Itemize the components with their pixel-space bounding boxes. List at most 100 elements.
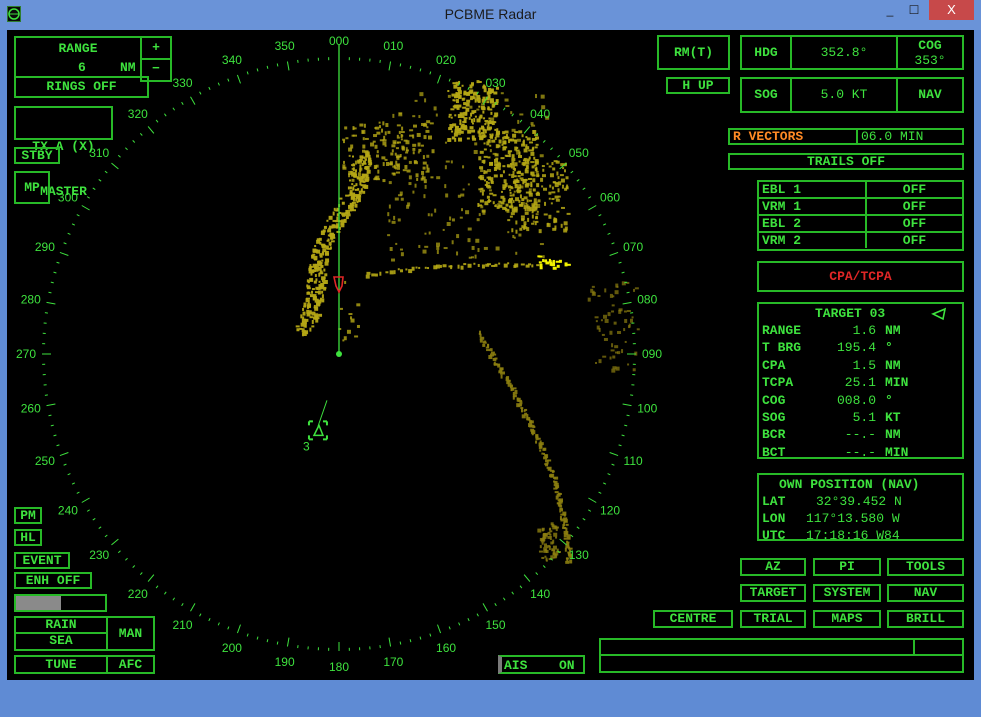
echo-pixel (505, 155, 508, 157)
speed-source-button[interactable]: NAV (898, 79, 962, 111)
echo-pixel (596, 320, 598, 322)
tune-control: TUNE AFC (14, 655, 155, 674)
system-button[interactable]: SYSTEM (813, 584, 881, 602)
echo-pixel (501, 375, 503, 379)
standby-button[interactable]: STBY (14, 147, 60, 164)
brill-button[interactable]: BRILL (887, 610, 964, 628)
bearing-label: 320 (128, 107, 148, 121)
echo-pixel (477, 218, 480, 221)
rain-sea-mode-button[interactable]: MAN (108, 618, 153, 649)
range-increase-button[interactable]: + (140, 36, 172, 60)
echo-pixel (487, 108, 489, 110)
bearing-label: 330 (172, 76, 192, 90)
tx-master-button[interactable]: TX A (X) MASTER (14, 106, 113, 140)
echo-pixel (476, 95, 480, 99)
echo-pixel (500, 157, 504, 159)
bearing-tick (257, 69, 258, 72)
echo-pixel (500, 174, 503, 177)
echo-pixel (615, 290, 619, 294)
rings-toggle-button[interactable]: RINGS OFF (14, 76, 149, 98)
pm-button[interactable]: PM (14, 507, 42, 524)
echo-pixel (401, 127, 403, 131)
echo-pixel (485, 122, 489, 124)
bearing-tick (156, 120, 158, 122)
range-unit: NM (120, 60, 136, 75)
echo-pixel (484, 247, 488, 250)
ebl-vrm-row[interactable]: EBL 1OFF (759, 182, 962, 199)
ebl-vrm-row[interactable]: VRM 2OFF (759, 233, 962, 250)
echo-pixel (493, 194, 497, 196)
echo-pixel (549, 166, 552, 168)
trails-toggle-button[interactable]: TRAILS OFF (728, 153, 964, 170)
echo-pixel (375, 274, 378, 277)
echo-pixel (317, 287, 321, 290)
echo-pixel (382, 121, 384, 125)
echo-pixel (307, 291, 309, 293)
close-button[interactable]: X (929, 0, 974, 20)
motion-mode-button[interactable]: RM(T) (657, 35, 730, 70)
echo-pixel (501, 144, 503, 146)
orientation-button[interactable]: H UP (666, 77, 730, 94)
echo-pixel (470, 126, 474, 129)
hl-button[interactable]: HL (14, 529, 42, 546)
echo-pixel (498, 263, 500, 265)
trial-button[interactable]: TRIAL (740, 610, 806, 628)
echo-pixel (344, 336, 347, 340)
echo-pixel (424, 179, 427, 183)
bearing-tick (87, 510, 90, 512)
bearing-tick (627, 415, 630, 416)
centre-button[interactable]: CENTRE (653, 610, 733, 628)
target-button[interactable]: TARGET (740, 584, 806, 602)
echo-pixel (457, 132, 461, 135)
bearing-tick (477, 614, 478, 617)
target-row-label: RANGE (762, 323, 801, 338)
mp-button[interactable]: MP (14, 171, 50, 204)
echo-pixel (355, 169, 357, 172)
bearing-tick (60, 252, 68, 255)
ebl-vrm-row[interactable]: VRM 1OFF (759, 199, 962, 216)
bearing-tick (588, 206, 596, 211)
echo-pixel (536, 193, 540, 196)
echo-pixel (542, 528, 544, 531)
echo-pixel (541, 95, 545, 99)
maps-button[interactable]: MAPS (813, 610, 881, 628)
event-button[interactable]: EVENT (14, 552, 70, 569)
afc-button[interactable]: AFC (108, 657, 153, 672)
echo-pixel (601, 319, 603, 321)
tune-button[interactable]: TUNE (16, 657, 108, 672)
echo-pixel (480, 151, 484, 154)
echo-pixel (532, 175, 536, 177)
nav-button[interactable]: NAV (887, 584, 964, 602)
target-select-icon[interactable] (931, 307, 947, 321)
sea-button[interactable]: SEA (16, 634, 108, 649)
echo-pixel (326, 220, 328, 222)
echo-pixel (515, 252, 517, 255)
echo-pixel (355, 183, 357, 186)
ebl-vrm-row[interactable]: EBL 2OFF (759, 216, 962, 233)
vectors-mode-button[interactable]: R VECTORS (730, 130, 858, 143)
bearing-tick (267, 639, 268, 642)
ais-toggle-button[interactable]: AIS ON (498, 655, 585, 674)
rain-button[interactable]: RAIN (16, 618, 108, 634)
cpa-tcpa-button[interactable]: CPA/TCPA (757, 261, 964, 292)
echo-pixel (486, 349, 490, 351)
echo-pixel (526, 183, 530, 186)
tools-button[interactable]: TOOLS (887, 558, 964, 576)
echo-pixel (461, 208, 463, 211)
maximize-button[interactable]: ☐ (900, 0, 928, 20)
echo-pixel (558, 188, 560, 192)
message-line-1 (601, 640, 915, 656)
echo-pixel (390, 270, 394, 274)
echo-pixel (558, 196, 561, 198)
title-bar: PCBME Radar _ ☐ X (0, 0, 981, 30)
enhance-toggle-button[interactable]: ENH OFF (14, 572, 92, 589)
gain-slider[interactable]: GAIN (14, 594, 107, 612)
echo-pixel (324, 226, 327, 229)
az-button[interactable]: AZ (740, 558, 806, 576)
target-03-marker[interactable] (309, 400, 327, 439)
pi-button[interactable]: PI (813, 558, 881, 576)
vectors-time-value[interactable]: 06.0 MIN (858, 130, 962, 143)
target-row-value: --.- (845, 427, 876, 442)
echo-pixel (342, 202, 345, 205)
echo-pixel (395, 198, 399, 201)
